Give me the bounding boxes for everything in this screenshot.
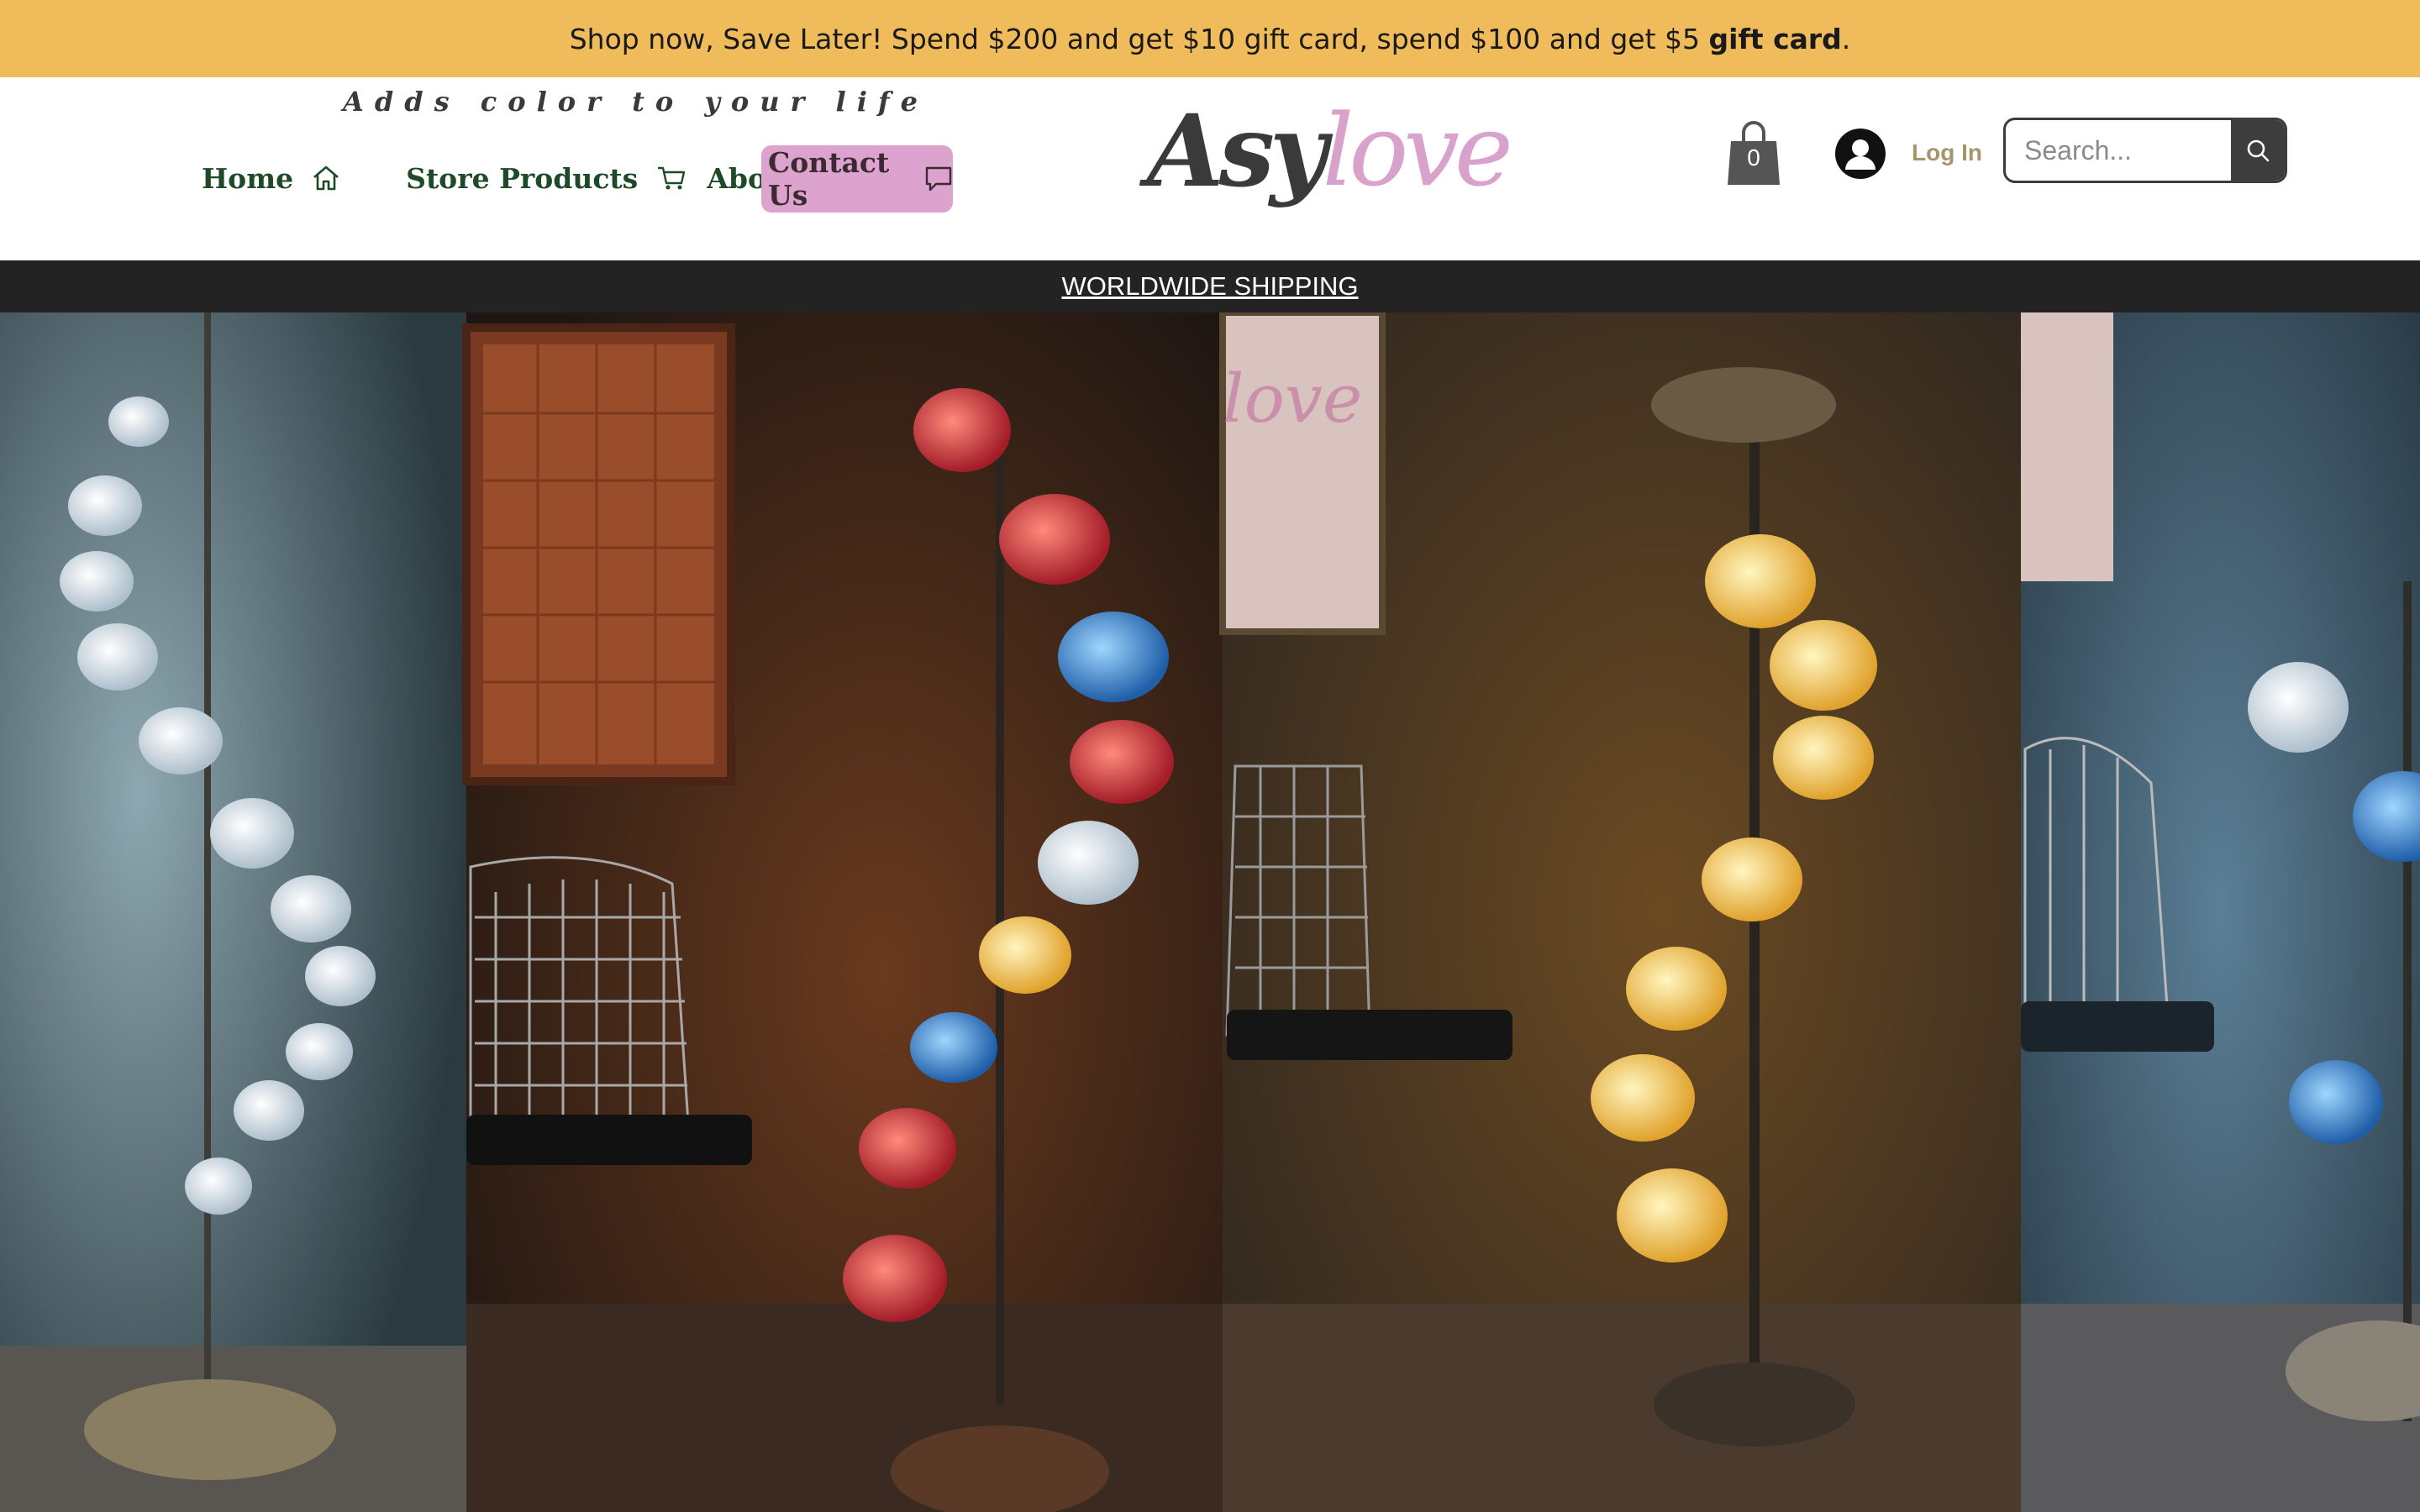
contact-label: Contact Us [768,146,890,212]
user-avatar-icon[interactable] [1834,128,1886,180]
tagline: Adds color to your life [343,86,929,118]
promo-text-tail: . [1841,22,1851,55]
svg-text:love: love [1223,360,1362,438]
chat-bubble-icon [924,165,953,192]
contact-us-button[interactable]: Contact Us [761,145,953,213]
cart-count: 0 [1747,144,1760,171]
search-button[interactable] [2231,120,2285,181]
promo-text-bold: gift card [1708,22,1842,55]
search-box [2003,118,2287,183]
cart-icon [656,165,687,192]
logo-text-asy: Asy [1147,92,1328,209]
login-link[interactable]: Log In [1912,139,1982,166]
site-header: Adds color to your life Home Store Produ… [0,77,2420,260]
home-icon [312,165,340,192]
promo-text-lead: Shop now, Save Later! Spend $200 and get… [569,22,1709,55]
nav-store-label: Store Products [406,161,639,195]
main-nav: Home Store Products About [202,144,799,212]
hero-lamp-gallery: love [0,312,2420,1512]
logo-text-love: love [1322,92,1513,208]
nav-home-label: Home [202,161,294,195]
cart-bag-button[interactable]: 0 [1724,116,1783,186]
nav-store-products[interactable]: Store Products [406,144,687,212]
search-icon [2247,139,2270,162]
search-input[interactable] [2006,120,2233,181]
site-logo[interactable]: Asy love [1147,79,1513,222]
promo-banner: Shop now, Save Later! Spend $200 and get… [0,0,2420,77]
promo-text: Shop now, Save Later! Spend $200 and get… [570,23,1851,55]
shipping-banner: WORLDWIDE SHIPPING [0,260,2420,312]
worldwide-shipping-link[interactable]: WORLDWIDE SHIPPING [1061,271,1358,302]
hero-image: love [0,312,2420,1512]
nav-home[interactable]: Home [202,144,340,212]
